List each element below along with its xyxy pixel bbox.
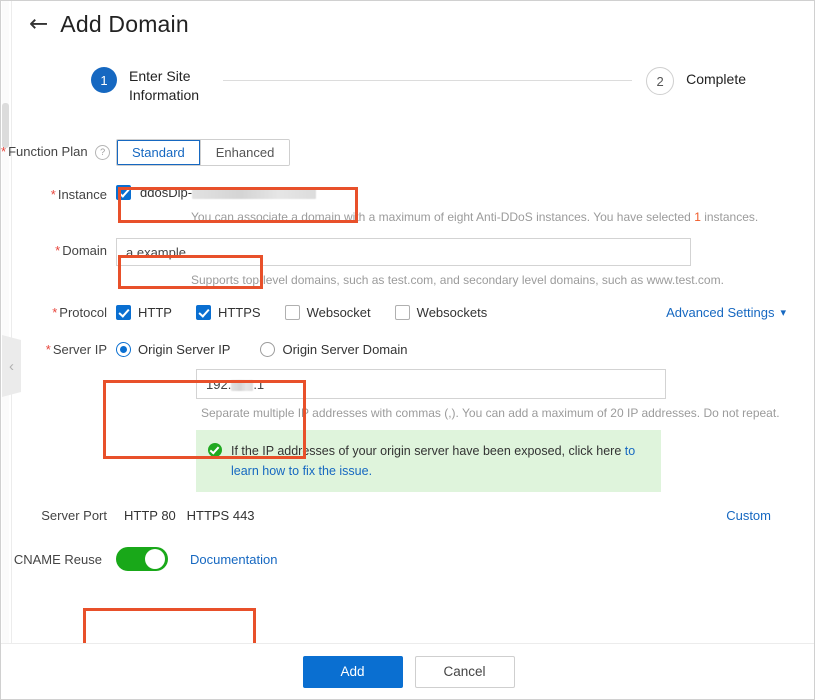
- check-circle-icon: [208, 443, 222, 457]
- protocol-option-websocket[interactable]: Websocket: [284, 305, 371, 320]
- required-marker: *: [52, 305, 58, 320]
- cname-reuse-label: CNAME Reuse: [13, 551, 102, 567]
- annotation-cname-reuse: [83, 608, 256, 648]
- add-domain-dialog: ‹ ← Add Domain 1 Enter Site Information …: [0, 0, 815, 700]
- instance-label: * Instance: [50, 187, 107, 202]
- field-protocol: *Protocol HTTP HTTPS Websocket Websocke: [1, 305, 814, 320]
- server-ip-option-origin-server-ip[interactable]: Origin Server IP: [116, 342, 230, 357]
- instance-value-redaction: [192, 188, 317, 200]
- cname-reuse-documentation-link[interactable]: Documentation: [190, 552, 277, 567]
- arrow-left-icon[interactable]: ←: [29, 13, 48, 36]
- add-button[interactable]: Add: [302, 655, 403, 688]
- instance-checkbox[interactable]: [116, 185, 131, 200]
- protocol-option-websockets[interactable]: Websockets: [394, 305, 487, 320]
- cancel-button[interactable]: Cancel: [414, 655, 515, 688]
- field-server-port: Server Port HTTP 80 HTTPS 443 Custom: [1, 508, 814, 523]
- field-instance: * Instance ddosDip-: [1, 184, 814, 202]
- protocol-https-checkbox[interactable]: [195, 305, 211, 320]
- required-marker: *: [1, 144, 7, 159]
- protocol-websocket-checkbox[interactable]: [284, 305, 300, 320]
- step-complete: 2 Complete: [646, 67, 746, 95]
- advanced-settings-link[interactable]: Advanced Settings: [666, 305, 774, 320]
- required-marker: *: [45, 342, 51, 357]
- protocol-option-https[interactable]: HTTPS: [195, 305, 261, 320]
- chevron-down-icon[interactable]: ▾: [780, 306, 786, 319]
- origin-server-ip-radio[interactable]: [116, 342, 131, 357]
- step-2-label: Complete: [686, 71, 746, 87]
- function-plan-label: * Function Plan ?: [1, 139, 116, 161]
- domain-input[interactable]: a.example: [116, 238, 691, 266]
- add-domain-form: * Function Plan ? Standard Enhanced * Inst…: [1, 131, 814, 571]
- instance-value: ddosDip-: [140, 185, 317, 200]
- required-marker: *: [50, 187, 56, 202]
- instance-hint: You can associate a domain with a maximu…: [191, 210, 759, 224]
- server-ip-label: * Server IP: [45, 342, 107, 357]
- page-header: ← Add Domain: [29, 11, 189, 38]
- origin-server-domain-radio[interactable]: [260, 342, 276, 357]
- origin-ip-redaction: [231, 379, 254, 391]
- function-plan-option-enhanced[interactable]: Enhanced: [200, 140, 290, 165]
- stepper-connector: [223, 80, 633, 81]
- protocol-option-http[interactable]: HTTP: [116, 305, 172, 320]
- step-1-number: 1: [91, 67, 117, 93]
- function-plan-segmented-control[interactable]: Standard Enhanced: [116, 139, 291, 166]
- origin-ip-input-spacer: [1, 369, 116, 374]
- server-port-label: Server Port: [41, 508, 107, 523]
- server-port-values: HTTP 80 HTTPS 443: [124, 508, 255, 523]
- origin-exposed-alert: If the IP addresses of your origin serve…: [196, 430, 661, 492]
- protocol-websockets-checkbox[interactable]: [394, 305, 410, 320]
- cname-reuse-toggle-knob: [145, 549, 165, 569]
- field-domain: * Domain a.example: [1, 238, 814, 266]
- question-circle-icon[interactable]: ?: [95, 145, 111, 161]
- step-2-number: 2: [646, 67, 675, 95]
- alert-text: If the IP addresses of your origin serve…: [231, 444, 636, 478]
- domain-hint: Supports top-level domains, such as test…: [191, 273, 724, 287]
- field-cname-reuse: CNAME Reuse Documentation: [1, 547, 814, 571]
- step-enter-site-information: 1 Enter Site Information: [91, 67, 209, 105]
- field-function-plan: * Function Plan ? Standard Enhanced: [1, 139, 814, 166]
- server-ip-option-origin-server-domain[interactable]: Origin Server Domain: [260, 342, 407, 357]
- domain-label: * Domain: [55, 243, 107, 258]
- function-plan-option-standard[interactable]: Standard: [117, 140, 201, 165]
- cname-reuse-toggle[interactable]: [116, 547, 168, 571]
- domain-input-value: a.example: [126, 244, 186, 260]
- protocol-label: * Protocol: [52, 305, 107, 320]
- field-origin-ip-input: 192. .1: [1, 369, 814, 399]
- server-port-custom-link[interactable]: Custom: [726, 508, 771, 523]
- origin-ip-value: 192. .1: [206, 376, 265, 392]
- origin-ip-input[interactable]: 192. .1: [196, 369, 666, 399]
- page-title: Add Domain: [60, 11, 189, 37]
- protocol-http-checkbox[interactable]: [116, 305, 131, 320]
- field-server-ip: * Server IP Origin Server IP Origin Serve…: [1, 342, 814, 357]
- stepper: 1 Enter Site Information 2 Complete: [91, 67, 794, 105]
- server-ip-hint: Separate multiple IP addresses with comm…: [201, 406, 780, 420]
- required-marker: *: [55, 243, 61, 258]
- step-1-label: Enter Site Information: [129, 68, 200, 103]
- dialog-footer: Add Cancel: [1, 643, 814, 699]
